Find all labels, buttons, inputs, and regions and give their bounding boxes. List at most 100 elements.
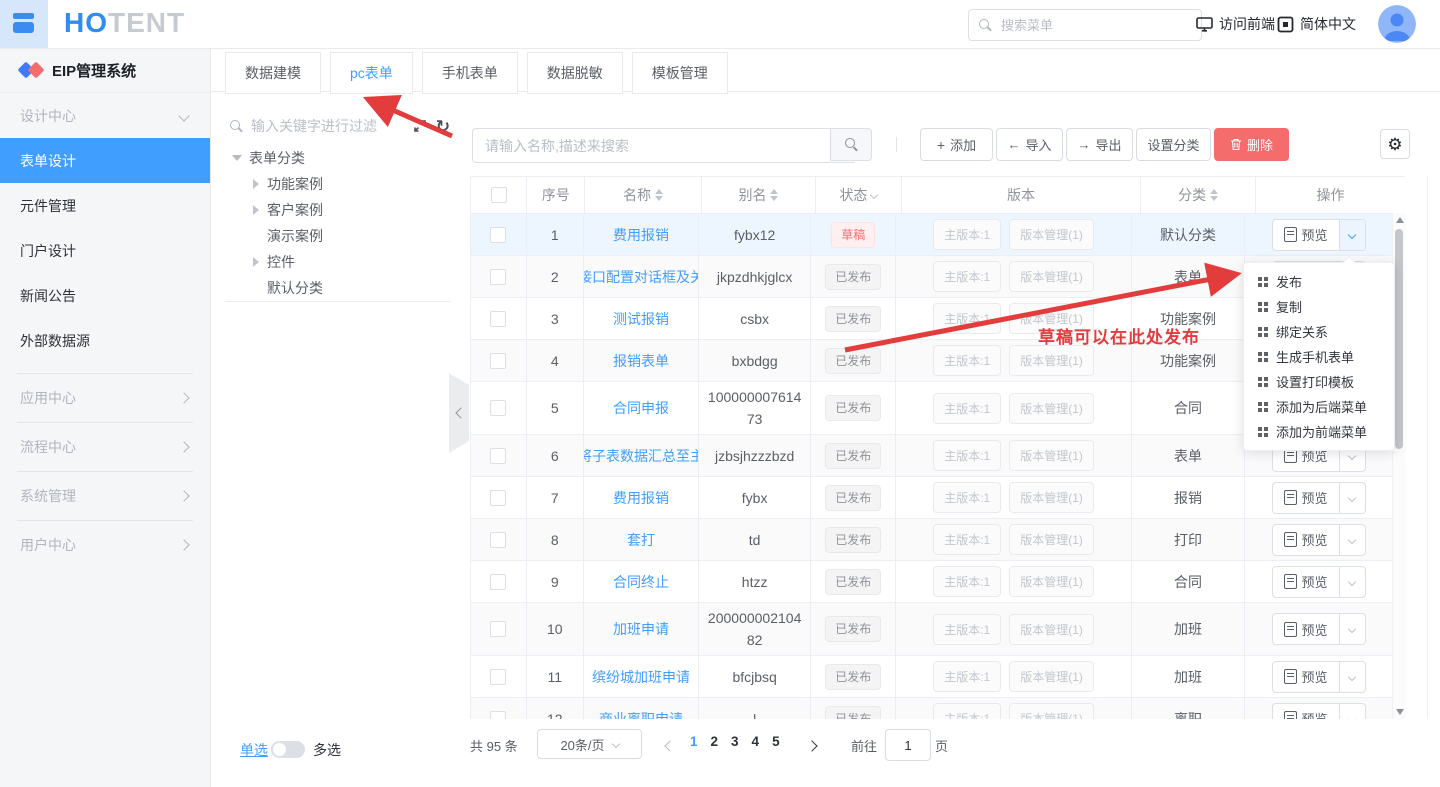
export-button[interactable]: 导出 <box>1066 128 1133 161</box>
row-checkbox[interactable] <box>490 311 506 327</box>
row-checkbox[interactable] <box>490 269 506 285</box>
main-version-button[interactable]: 主版本:1 <box>933 303 1001 334</box>
tree-node[interactable]: 默认分类 <box>252 275 447 301</box>
tree-node[interactable]: 演示案例 <box>252 223 447 249</box>
menu-item[interactable]: 添加为后端菜单 <box>1244 394 1394 419</box>
chevron-down-icon[interactable] <box>1339 525 1365 555</box>
sidebar-item[interactable]: 外部数据源 <box>0 318 210 363</box>
select-mode-toggle[interactable] <box>271 741 305 758</box>
chevron-down-icon[interactable] <box>1339 704 1365 720</box>
sidebar-item[interactable]: 门户设计 <box>0 228 210 273</box>
row-checkbox[interactable] <box>490 621 506 637</box>
row-checkbox[interactable] <box>490 448 506 464</box>
set-category-button[interactable]: 设置分类 <box>1136 128 1211 161</box>
chevron-down-icon[interactable] <box>1339 220 1365 250</box>
main-version-button[interactable]: 主版本:1 <box>933 440 1001 471</box>
main-version-button[interactable]: 主版本:1 <box>933 345 1001 376</box>
version-manage-button[interactable]: 版本管理(1) <box>1009 614 1094 645</box>
version-manage-button[interactable]: 版本管理(1) <box>1009 524 1094 555</box>
tree-node[interactable]: 控件 <box>252 249 447 275</box>
scroll-down-icon[interactable] <box>1396 709 1404 715</box>
tree-node[interactable]: 功能案例 <box>252 171 447 197</box>
tree-filter-input[interactable]: 输入关键字进行过滤 <box>251 116 405 136</box>
row-checkbox[interactable] <box>490 574 506 590</box>
page-number[interactable]: 3 <box>731 734 739 749</box>
column-header-name[interactable]: 名称 <box>585 177 702 213</box>
tab-item[interactable]: 手机表单 <box>422 52 518 94</box>
sidebar-group[interactable]: 流程中心 <box>17 422 193 471</box>
chevron-down-icon[interactable] <box>1339 614 1365 644</box>
page-number[interactable]: 1 <box>690 734 698 749</box>
row-checkbox[interactable] <box>490 669 506 685</box>
menu-item[interactable]: 生成手机表单 <box>1244 344 1394 369</box>
prev-page-button[interactable] <box>666 737 674 755</box>
main-version-button[interactable]: 主版本:1 <box>933 393 1001 424</box>
expand-icon[interactable] <box>413 119 427 133</box>
scroll-up-icon[interactable] <box>1396 217 1404 223</box>
row-checkbox[interactable] <box>490 532 506 548</box>
preview-split-button[interactable]: 预览 <box>1272 613 1366 645</box>
page-number[interactable]: 4 <box>752 734 760 749</box>
preview-split-button[interactable]: 预览 <box>1272 566 1366 598</box>
menu-search-input[interactable] <box>999 17 1191 34</box>
menu-item[interactable]: 复制 <box>1244 294 1394 319</box>
form-name-link[interactable]: 将子表数据汇总至主 <box>584 446 699 466</box>
main-version-button[interactable]: 主版本:1 <box>933 566 1001 597</box>
menu-item[interactable]: 添加为前端菜单 <box>1244 419 1394 444</box>
version-manage-button[interactable]: 版本管理(1) <box>1009 219 1094 250</box>
collapse-panel-button[interactable] <box>449 373 469 453</box>
version-manage-button[interactable]: 版本管理(1) <box>1009 661 1094 692</box>
avatar[interactable] <box>1378 5 1416 43</box>
search-button[interactable] <box>830 128 872 161</box>
single-select-link[interactable]: 单选 <box>240 740 268 760</box>
menu-item[interactable]: 发布 <box>1244 269 1394 294</box>
main-version-button[interactable]: 主版本:1 <box>933 524 1001 555</box>
sidebar-group[interactable]: 应用中心 <box>17 373 193 422</box>
import-button[interactable]: 导入 <box>996 128 1063 161</box>
tab-item[interactable]: pc表单 <box>330 52 413 94</box>
sidebar-group-design-center[interactable]: 设计中心 <box>0 93 210 138</box>
sidebar-item[interactable]: 新闻公告 <box>0 273 210 318</box>
preview-split-button[interactable]: 预览 <box>1272 703 1366 720</box>
row-checkbox[interactable] <box>490 353 506 369</box>
sort-icon[interactable] <box>770 189 778 201</box>
page-number[interactable]: 5 <box>772 734 780 749</box>
language-switcher[interactable]: 简体中文 <box>1277 14 1356 34</box>
table-row[interactable]: 12 商业离职申请 l 已发布 主版本:1版本管理(1) 离职 预览 <box>471 698 1393 719</box>
preview-split-button[interactable]: 预览 <box>1272 524 1366 556</box>
form-name-link[interactable]: 商业离职申请 <box>599 709 683 720</box>
sidebar-group[interactable]: 系统管理 <box>17 471 193 520</box>
table-row[interactable]: 7 费用报销 fybx 已发布 主版本:1版本管理(1) 报销 预览 <box>471 477 1393 519</box>
main-version-button[interactable]: 主版本:1 <box>933 261 1001 292</box>
preview-split-button[interactable]: 预览 <box>1272 661 1366 693</box>
form-name-link[interactable]: 费用报销 <box>613 488 669 508</box>
main-version-button[interactable]: 主版本:1 <box>933 219 1001 250</box>
form-name-link[interactable]: 合同申报 <box>613 398 669 418</box>
version-manage-button[interactable]: 版本管理(1) <box>1009 566 1094 597</box>
chevron-down-icon[interactable] <box>1339 567 1365 597</box>
select-all-checkbox[interactable] <box>491 187 507 203</box>
visit-frontend-link[interactable]: 访问前端 <box>1196 14 1275 34</box>
preview-split-button[interactable]: 预览 <box>1272 482 1366 514</box>
form-name-link[interactable]: 合同终止 <box>613 572 669 592</box>
scrollbar-thumb[interactable] <box>1395 229 1403 449</box>
table-row[interactable]: 11 缤纷城加班申请 bfcjbsq 已发布 主版本:1版本管理(1) 加班 预… <box>471 656 1393 698</box>
column-header-alias[interactable]: 别名 <box>702 177 816 213</box>
next-page-button[interactable] <box>808 737 816 755</box>
row-checkbox[interactable] <box>490 711 506 720</box>
tab-item[interactable]: 数据建模 <box>225 52 321 94</box>
add-button[interactable]: 添加 <box>920 128 993 161</box>
chevron-down-icon[interactable] <box>1339 662 1365 692</box>
settings-button[interactable]: ⚙ <box>1380 129 1410 159</box>
delete-button[interactable]: 删除 <box>1214 128 1289 161</box>
form-name-link[interactable]: 报销表单 <box>613 351 669 371</box>
form-name-link[interactable]: 缤纷城加班申请 <box>592 667 690 687</box>
sort-icon[interactable] <box>1210 189 1218 201</box>
form-name-link[interactable]: 套打 <box>627 530 655 550</box>
filter-caret-icon[interactable] <box>870 191 878 199</box>
table-search-input[interactable] <box>472 128 855 163</box>
menu-toggle-button[interactable] <box>0 0 48 48</box>
version-manage-button[interactable]: 版本管理(1) <box>1009 440 1094 471</box>
version-manage-button[interactable]: 版本管理(1) <box>1009 482 1094 513</box>
main-version-button[interactable]: 主版本:1 <box>933 703 1001 719</box>
